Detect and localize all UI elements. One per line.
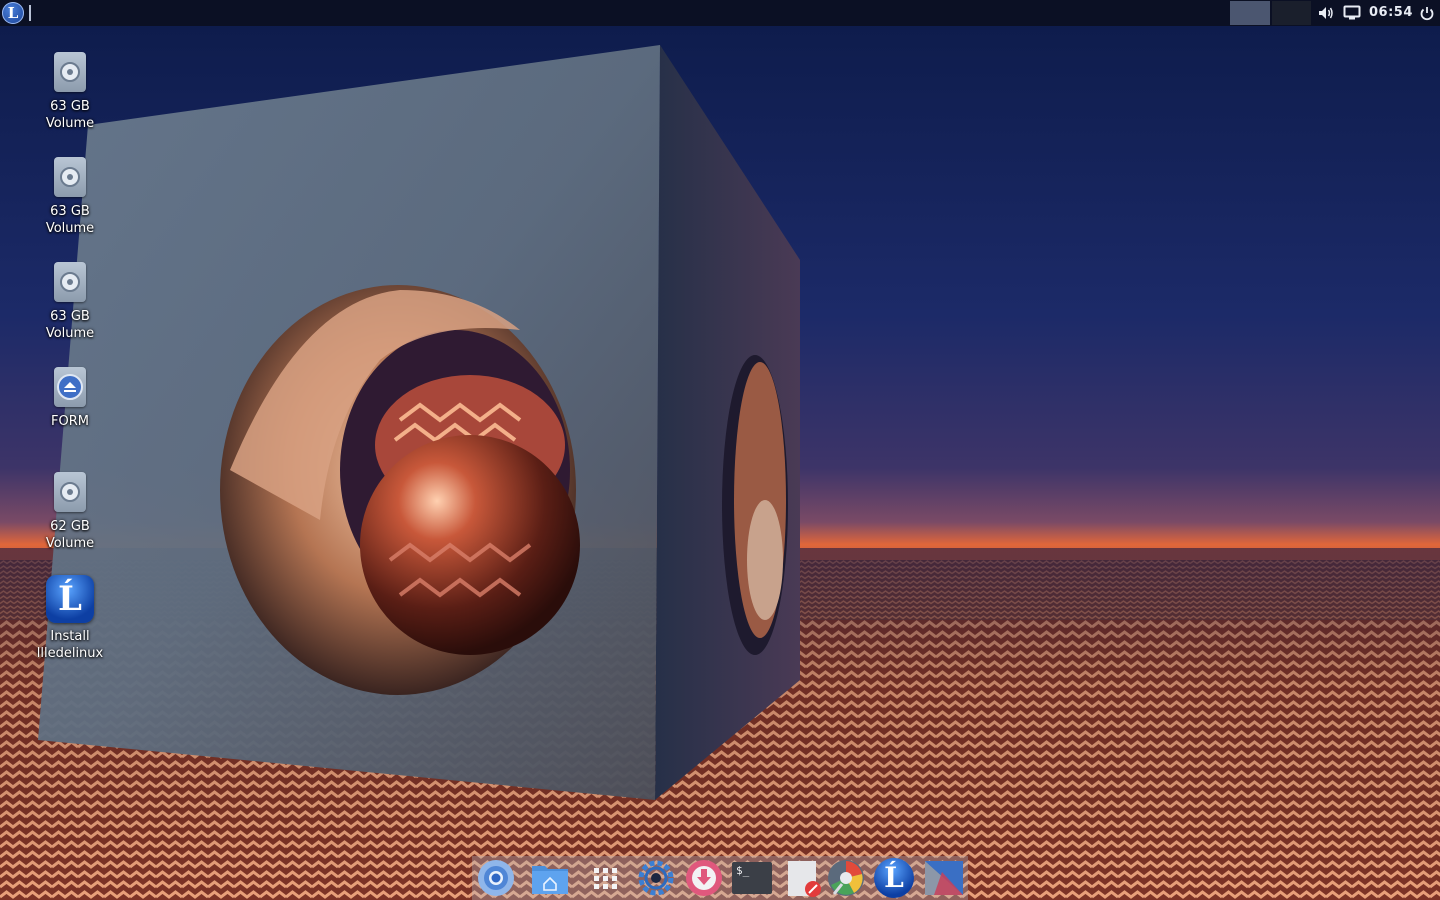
dock-item-files[interactable] (528, 856, 572, 900)
power-icon[interactable] (1419, 5, 1435, 21)
display-icon[interactable] (1343, 5, 1361, 21)
desktop-icon-label: Install llledelinux (36, 629, 104, 661)
dock-item-image-viewer[interactable] (922, 856, 966, 900)
distro-logo-icon: Ĺ (874, 858, 914, 898)
terminal-icon: $_ (732, 862, 772, 894)
dock-item-terminal[interactable]: $_ (730, 856, 774, 900)
clock[interactable]: 06:54 (1369, 5, 1413, 20)
settings-gear-icon (638, 860, 674, 896)
application-menu-button[interactable]: L (2, 2, 24, 24)
dock-item-editor[interactable] (782, 856, 826, 900)
desktop-icon-label: 63 GB Volume (45, 204, 95, 236)
desktop-icon-label: 63 GB Volume (45, 309, 95, 341)
dock: $_ Ĺ (472, 856, 968, 900)
desktop-icon-label: 63 GB Volume (45, 99, 95, 131)
desktop-icon-label: 62 GB Volume (45, 519, 95, 551)
desktop-icon-volume-4[interactable]: 62 GB Volume (20, 472, 120, 552)
distro-logo-icon: L (7, 3, 19, 22)
installer-logo-icon: Ĺ (46, 575, 94, 623)
text-editor-icon (788, 861, 821, 897)
desktop-icon-installer[interactable]: Ĺ Install llledelinux (20, 575, 120, 662)
desktop-icon-volume-2[interactable]: 63 GB Volume (20, 157, 120, 237)
panel-separator (29, 5, 31, 21)
drive-icon (54, 262, 86, 302)
dock-item-apps[interactable] (584, 856, 628, 900)
dock-item-browser[interactable] (474, 856, 518, 900)
dock-item-disk-usage[interactable] (824, 856, 868, 900)
disk-usage-icon (828, 860, 864, 896)
chromium-browser-icon (478, 860, 514, 896)
image-viewer-icon (925, 861, 963, 895)
drive-icon (54, 472, 86, 512)
dock-item-downloader[interactable] (682, 856, 726, 900)
drive-icon (54, 52, 86, 92)
desktop-icon-label: FORM (51, 414, 89, 429)
workspace-1-button[interactable] (1230, 1, 1270, 25)
workspace-2-button[interactable] (1272, 1, 1311, 25)
desktop-icon-volume-1[interactable]: 63 GB Volume (20, 52, 120, 132)
top-panel: L 06:54 (0, 0, 1440, 26)
desktop-icon-volume-3[interactable]: 63 GB Volume (20, 262, 120, 342)
drive-icon (54, 157, 86, 197)
dock-item-distro[interactable]: Ĺ (872, 856, 916, 900)
downloader-icon (686, 860, 722, 896)
desktop-icon-form[interactable]: FORM (20, 367, 120, 430)
app-grid-icon (594, 868, 617, 889)
eject-drive-icon (54, 367, 86, 407)
desktop-wallpaper (0, 0, 1440, 900)
volume-icon[interactable] (1317, 4, 1335, 22)
dock-item-settings[interactable] (634, 856, 678, 900)
home-folder-icon (532, 866, 568, 894)
